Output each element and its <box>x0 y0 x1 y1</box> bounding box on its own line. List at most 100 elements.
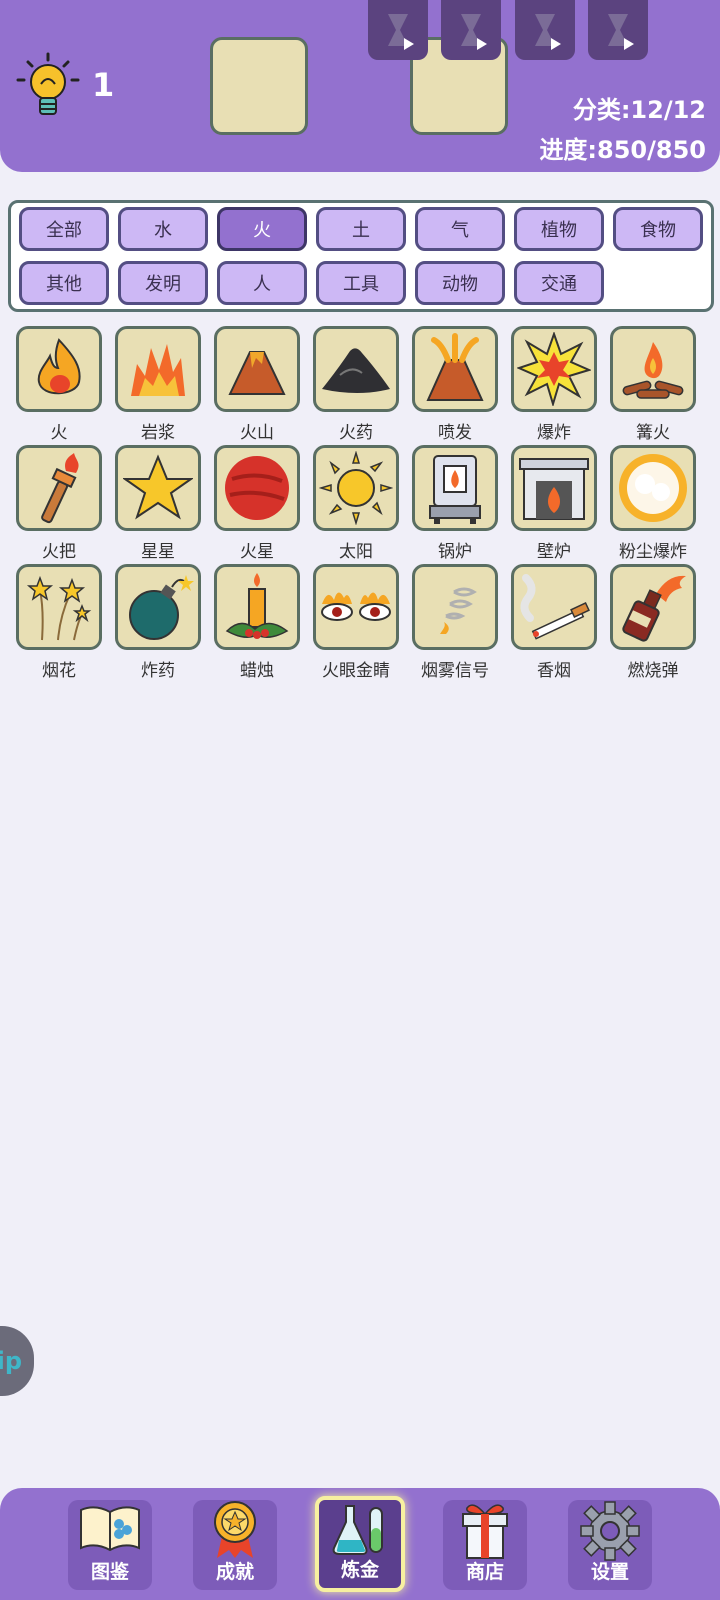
element-label: 粉尘爆炸 <box>619 542 687 562</box>
tab-earth[interactable]: 土 <box>316 207 406 251</box>
element-item[interactable]: 爆炸 <box>511 326 597 443</box>
hourglass-play-icon <box>461 14 487 50</box>
video-hint-button-4[interactable] <box>588 0 648 60</box>
element-label: 喷发 <box>438 423 472 443</box>
video-hint-button-2[interactable] <box>441 0 501 60</box>
sun-icon <box>319 451 393 525</box>
tab-plants[interactable]: 植物 <box>514 207 604 251</box>
fire-icon <box>37 338 81 395</box>
torch-icon <box>41 453 79 524</box>
video-hint-button-1[interactable] <box>368 0 428 60</box>
element-item[interactable]: 粉尘爆炸 <box>610 445 696 562</box>
nav-label: 成就 <box>215 1561 254 1583</box>
tab-people[interactable]: 人 <box>217 261 307 305</box>
tab-tools[interactable]: 工具 <box>316 261 406 305</box>
gear-icon <box>580 1501 640 1561</box>
tab-fire[interactable]: 火 <box>217 207 307 251</box>
element-item[interactable]: 火把 <box>16 445 102 562</box>
element-item[interactable]: 星星 <box>115 445 201 562</box>
nav-alchemy[interactable]: 炼金 <box>315 1496 405 1592</box>
medal-icon <box>214 1501 256 1558</box>
bottom-nav: 图鉴 成就 炼金 商店 设置 <box>0 1488 720 1600</box>
tab-all[interactable]: 全部 <box>19 207 109 251</box>
nav-label: 炼金 <box>340 1559 379 1581</box>
tab-water[interactable]: 水 <box>118 207 208 251</box>
tab-other[interactable]: 其他 <box>19 261 109 305</box>
element-item[interactable]: 炸药 <box>115 564 201 681</box>
element-item[interactable]: 壁炉 <box>511 445 597 562</box>
dust-explosion-icon <box>619 454 687 522</box>
element-item[interactable]: 烟雾信号 <box>412 564 498 681</box>
top-header: 1 分类:12/12 进度:850/850 <box>0 0 720 172</box>
category-tabs: 全部 水 火 土 气 植物 食物 其他 发明 人 工具 动物 交通 <box>8 200 714 312</box>
eruption-icon <box>426 333 484 401</box>
nav-shop[interactable]: 商店 <box>443 1500 527 1590</box>
fiery-eyes-icon <box>321 592 391 621</box>
star-icon <box>123 454 193 520</box>
tab-air[interactable]: 气 <box>415 207 505 251</box>
bomb-icon <box>129 575 194 640</box>
gunpowder-icon <box>322 348 390 393</box>
element-item[interactable]: 喷发 <box>412 326 498 443</box>
element-item[interactable]: 火山 <box>214 326 300 443</box>
tab-invention[interactable]: 发明 <box>118 261 208 305</box>
element-label: 炸药 <box>141 661 175 681</box>
element-item[interactable]: 香烟 <box>511 564 597 681</box>
nav-achievements[interactable]: 成就 <box>193 1500 277 1590</box>
element-label: 篝火 <box>636 423 670 443</box>
element-label: 火把 <box>42 542 76 562</box>
element-label: 蜡烛 <box>240 661 274 681</box>
lightbulb-icon <box>16 52 80 115</box>
element-item[interactable]: 篝火 <box>610 326 696 443</box>
element-label: 爆炸 <box>537 423 571 443</box>
molotov-icon <box>622 575 686 642</box>
hourglass-play-icon <box>535 14 561 50</box>
element-label: 香烟 <box>537 661 571 681</box>
boiler-icon <box>429 455 481 524</box>
tab-animals[interactable]: 动物 <box>415 261 505 305</box>
element-label: 火 <box>50 423 68 443</box>
element-label: 岩浆 <box>141 423 175 443</box>
fireplace-icon <box>519 458 589 520</box>
element-label: 烟雾信号 <box>421 661 489 681</box>
hourglass-play-icon <box>388 14 414 50</box>
mars-icon <box>225 456 289 520</box>
nav-settings[interactable]: 设置 <box>568 1500 652 1590</box>
hint-button[interactable] <box>16 52 80 122</box>
element-item[interactable]: 岩浆 <box>115 326 201 443</box>
category-stat: 分类:12/12 <box>572 96 706 124</box>
element-item[interactable]: 锅炉 <box>412 445 498 562</box>
element-item[interactable]: 火星 <box>214 445 300 562</box>
smoke-signal-icon <box>440 587 477 634</box>
element-item[interactable]: 烟花 <box>16 564 102 681</box>
tab-transport[interactable]: 交通 <box>514 261 604 305</box>
campfire-icon <box>622 342 684 399</box>
element-label: 火眼金睛 <box>322 661 390 681</box>
element-label: 燃烧弹 <box>627 661 679 681</box>
element-label: 太阳 <box>339 542 373 562</box>
element-item[interactable]: 蜡烛 <box>214 564 300 681</box>
element-item[interactable]: 火药 <box>313 326 399 443</box>
element-label: 火山 <box>240 423 274 443</box>
element-item[interactable]: 太阳 <box>313 445 399 562</box>
element-item[interactable]: 燃烧弹 <box>610 564 696 681</box>
side-float-button[interactable]: ip <box>0 1326 34 1396</box>
gift-icon <box>462 1504 508 1559</box>
hint-count: 1 <box>92 66 115 104</box>
hourglass-play-icon <box>608 14 634 50</box>
element-item[interactable]: 火 <box>16 326 102 443</box>
nav-label: 商店 <box>465 1561 504 1583</box>
element-item[interactable]: 火眼金睛 <box>313 564 399 681</box>
video-hint-button-3[interactable] <box>515 0 575 60</box>
combine-slot-left[interactable] <box>210 37 308 135</box>
lava-icon <box>131 344 185 396</box>
progress-stat: 进度:850/850 <box>539 136 706 164</box>
flask-icon <box>332 1505 383 1555</box>
element-label: 壁炉 <box>537 542 571 562</box>
tab-food[interactable]: 食物 <box>613 207 703 251</box>
fireworks-icon <box>26 575 92 641</box>
element-label: 火星 <box>240 542 274 562</box>
nav-encyclopedia[interactable]: 图鉴 <box>68 1500 152 1590</box>
cigarette-icon <box>520 574 590 640</box>
nav-label: 图鉴 <box>90 1561 129 1583</box>
